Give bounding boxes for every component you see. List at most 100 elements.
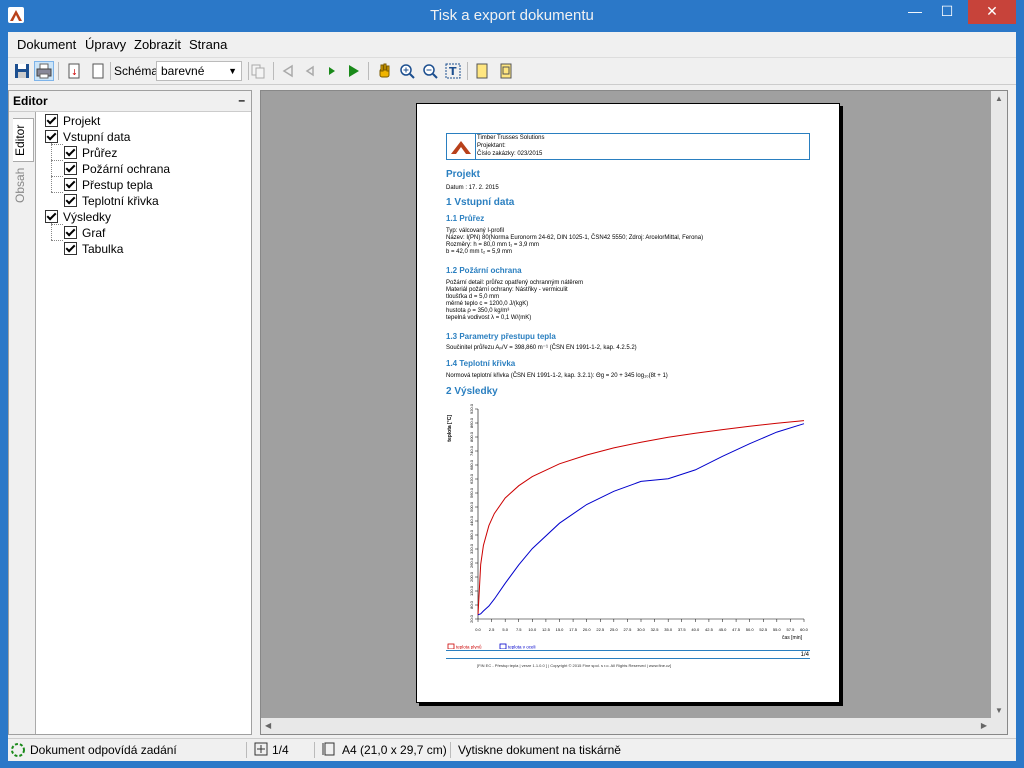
section-prestup-tepla: 1.3 Parametry přestupu tepla	[446, 332, 556, 341]
footer-copyright: [FIN EC - Přestup tepla | verze 1.1.0.0 …	[477, 663, 672, 668]
schema-label: Schéma:	[114, 64, 162, 78]
tree-item-prurez[interactable]: Průřez	[64, 146, 117, 162]
prestup-line: Součinitel průřezu Aₚ/V = 398,860 m⁻¹ (Č…	[446, 345, 637, 351]
y-tick-label: 680.0	[469, 459, 474, 470]
whole-page-icon[interactable]	[496, 61, 516, 81]
pozarni-line: Požární detail: průřez opatřený ochranný…	[446, 280, 584, 286]
legend-label: teplota v oceli	[508, 645, 536, 650]
tab-editor[interactable]: Editor	[13, 118, 34, 162]
vertical-scrollbar[interactable]: ▲ ▼	[991, 91, 1007, 718]
scroll-left-icon[interactable]: ◀	[265, 721, 271, 730]
x-tick-label: 5.0	[502, 627, 508, 632]
checkbox-icon[interactable]	[45, 210, 58, 223]
checkbox-icon[interactable]	[45, 130, 58, 143]
close-button[interactable]: ✕	[968, 0, 1016, 24]
x-tick-label: 40.0	[691, 627, 700, 632]
chevron-down-icon: ▼	[228, 66, 237, 76]
menu-upravy[interactable]: Úpravy	[85, 37, 126, 52]
checkbox-icon[interactable]	[64, 242, 77, 255]
save-icon[interactable]	[12, 61, 32, 81]
hand-tool-icon[interactable]	[374, 61, 394, 81]
editor-panel: Editor – Editor Obsah Projekt Vstupní da…	[8, 90, 252, 735]
toolbar: ↓ Schéma: barevné ▼ T	[8, 57, 1016, 85]
minimize-button[interactable]: —	[900, 0, 930, 24]
checkbox-icon[interactable]	[64, 226, 77, 239]
x-tick-label: 37.5	[678, 627, 687, 632]
status-text: Dokument odpovídá zadání	[30, 743, 177, 757]
zoom-in-icon[interactable]	[397, 61, 417, 81]
menu-strana[interactable]: Strana	[189, 37, 227, 52]
schema-select[interactable]: barevné ▼	[156, 61, 242, 81]
tab-obsah[interactable]: Obsah	[13, 164, 33, 206]
tree-item-prestup-tepla[interactable]: Přestup tepla	[64, 178, 153, 194]
y-tick-label: 320.0	[469, 543, 474, 554]
section-vstupni-data: 1 Vstupní data	[446, 197, 515, 208]
pozarni-line: Materiál požární ochrany: Nástřiky - ver…	[446, 287, 568, 293]
tree-item-tabulka[interactable]: Tabulka	[64, 242, 123, 258]
export-pdf-icon[interactable]: ↓	[64, 61, 84, 81]
series-line-1	[477, 420, 805, 615]
prurez-line: Typ: válcovaný I-profil	[446, 228, 505, 234]
tree-item-projekt[interactable]: Projekt	[45, 114, 100, 130]
editor-header: Editor –	[9, 91, 251, 112]
page-setup-icon[interactable]	[88, 61, 108, 81]
section-prurez: 1.1 Průřez	[446, 214, 485, 223]
checkbox-icon[interactable]	[45, 114, 58, 127]
x-tick-label: 30.0	[637, 627, 646, 632]
tree-item-pozarni-ochrana[interactable]: Požární ochrana	[64, 162, 170, 178]
y-tick-label: 620.0	[469, 473, 474, 484]
print-icon[interactable]	[34, 61, 54, 81]
y-tick-label: 440.0	[469, 515, 474, 526]
header-projektant: Projektant:	[477, 143, 506, 149]
scroll-down-icon[interactable]: ▼	[995, 706, 1003, 715]
x-tick-label: 55.0	[773, 627, 782, 632]
y-tick-label: 120.0	[469, 585, 474, 596]
zoom-out-icon[interactable]	[420, 61, 440, 81]
previous-page-icon[interactable]	[300, 61, 320, 81]
first-page-icon[interactable]	[278, 61, 298, 81]
document-page: Timber Trusses Solutions Projektant: Čís…	[416, 103, 840, 703]
checkbox-icon[interactable]	[64, 162, 77, 175]
page-width-icon[interactable]	[472, 61, 492, 81]
tree-item-graf[interactable]: Graf	[64, 226, 105, 242]
scroll-up-icon[interactable]: ▲	[995, 94, 1003, 103]
datum-text: Datum : 17. 2. 2015	[446, 185, 499, 191]
x-tick-label: 60.0	[800, 627, 809, 632]
x-tick-label: 25.0	[610, 627, 619, 632]
next-page-icon[interactable]	[322, 61, 342, 81]
prurez-line: Název: I(PN) 80(Norma Euronorm 24-62, DI…	[446, 235, 704, 241]
print-preview[interactable]: Timber Trusses Solutions Projektant: Čís…	[260, 90, 1008, 735]
pozarni-line: tloušťka d = 5,0 mm	[446, 294, 500, 300]
status-hint: Vytiskne dokument na tiskárně	[458, 743, 621, 757]
krivka-line: Normová teplotní křivka (ČSN EN 1991-1-2…	[446, 373, 668, 379]
pozarni-line: hustota ρ = 350,0 kg/m³	[446, 308, 510, 314]
text-tool-icon[interactable]: T	[443, 61, 463, 81]
svg-text:↓: ↓	[71, 68, 78, 77]
x-tick-label: 35.0	[664, 627, 673, 632]
pages-icon	[254, 742, 268, 759]
y-tick-label: 500.0	[469, 501, 474, 512]
scroll-right-icon[interactable]: ▶	[981, 721, 987, 730]
copy-icon[interactable]	[248, 61, 268, 81]
window-frame-right	[1016, 32, 1024, 768]
tree-item-vysledky[interactable]: Výsledky	[45, 210, 111, 226]
section-pozarni-ochrana: 1.2 Požární ochrana	[446, 266, 522, 275]
maximize-button[interactable]: ☐	[932, 0, 962, 24]
tree-item-teplotni-krivka[interactable]: Teplotní křivka	[64, 194, 159, 210]
pozarni-line: měrné teplo c = 1200,0 J/(kgK)	[446, 301, 529, 307]
checkbox-icon[interactable]	[64, 178, 77, 191]
x-tick-label: 12.5	[542, 627, 551, 632]
y-tick-label: 380.0	[469, 529, 474, 540]
tree-label: Graf	[82, 226, 106, 240]
series-line-2	[477, 423, 805, 616]
menu-dokument[interactable]: Dokument	[17, 37, 76, 52]
checkbox-icon[interactable]	[64, 194, 77, 207]
collapse-button[interactable]: –	[238, 93, 245, 107]
horizontal-scrollbar[interactable]: ◀ ▶	[261, 718, 991, 734]
menu-zobrazit[interactable]: Zobrazit	[134, 37, 181, 52]
last-page-icon[interactable]	[344, 61, 364, 81]
footer-page-number: 1/4	[800, 652, 809, 658]
tree-item-vstupni-data[interactable]: Vstupní data	[45, 130, 130, 146]
checkbox-icon[interactable]	[64, 146, 77, 159]
y-tick-label: 20.0	[469, 614, 474, 623]
